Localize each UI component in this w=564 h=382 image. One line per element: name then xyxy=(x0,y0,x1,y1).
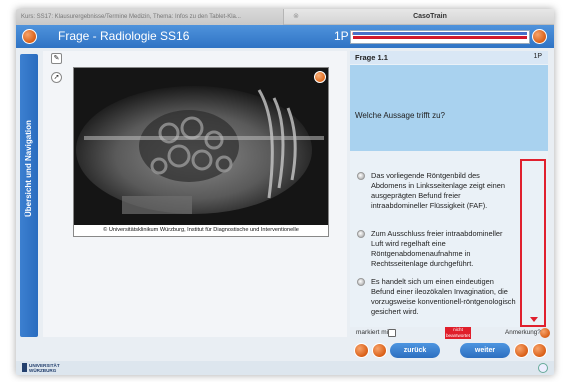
question-box: Welche Aussage trifft zu? xyxy=(350,65,548,151)
navigation-bar: zurück weiter xyxy=(350,340,550,362)
previous-dot-button[interactable] xyxy=(372,343,387,358)
question-panel: Frage 1.1 1P Welche Aussage trifft zu? D… xyxy=(350,51,548,335)
logo-line-2: WÜRZBURG xyxy=(29,368,57,373)
answer-option-2[interactable]: Zum Ausschluss freier intraabdomineller … xyxy=(357,229,516,269)
logo-mark xyxy=(22,363,27,372)
progress-bar: B xyxy=(350,30,530,44)
app-window: Kurs: SS17: Klausurergebnisse/Termine Me… xyxy=(16,9,554,375)
annotation-label[interactable]: Anmerkung? xyxy=(505,329,541,336)
answer-text-3: Es handelt sich um einen eindeutigen Bef… xyxy=(371,277,516,316)
edit-icon[interactable]: ✎ xyxy=(51,53,62,64)
first-button[interactable] xyxy=(354,343,369,358)
mark-label: markiert mit xyxy=(356,329,390,336)
tab-casotrain[interactable]: CasoTrain xyxy=(306,9,554,25)
menu-button[interactable] xyxy=(22,29,37,44)
radio-button-3[interactable] xyxy=(357,278,365,286)
back-button[interactable]: zurück xyxy=(390,343,440,358)
zoom-button[interactable] xyxy=(314,71,326,83)
exit-button[interactable] xyxy=(532,29,547,44)
tab-course[interactable]: Kurs: SS17: Klausurergebnisse/Termine Me… xyxy=(16,9,284,25)
next-button[interactable]: weiter xyxy=(460,343,510,358)
navigation-sidebar[interactable]: Übersicht und Navigation xyxy=(20,54,38,337)
status-icon[interactable] xyxy=(538,363,548,373)
answer-text-1: Das vorliegende Röntgenbild des Abdomens… xyxy=(371,171,505,210)
sidebar-label: Übersicht und Navigation xyxy=(24,120,33,218)
points-indicator: 1P xyxy=(334,29,349,43)
progress-bar-blue xyxy=(353,32,527,35)
question-points: 1P xyxy=(533,53,542,60)
last-button[interactable] xyxy=(532,343,547,358)
status-bar: markiert mit nicht beantwortet Anmerkung… xyxy=(350,327,550,339)
next-dot-button[interactable] xyxy=(514,343,529,358)
page-title: Frage - Radiologie SS16 xyxy=(58,29,190,43)
tab-close-icon[interactable]: ⊗ xyxy=(291,12,301,22)
pointer-icon[interactable]: ➚ xyxy=(51,72,62,83)
mark-checkbox[interactable] xyxy=(388,329,396,337)
unanswered-badge: nicht beantwortet xyxy=(445,327,471,339)
scroll-down-icon[interactable] xyxy=(530,317,538,322)
radio-button-2[interactable] xyxy=(357,230,365,238)
xray-graphic xyxy=(74,68,328,226)
question-label: Frage 1.1 xyxy=(355,53,388,62)
image-caption: © Universitätsklinikum Würzburg, Institu… xyxy=(74,225,328,236)
xray-image[interactable]: © Universitätsklinikum Würzburg, Institu… xyxy=(73,67,329,237)
answer-text-2: Zum Ausschluss freier intraabdomineller … xyxy=(371,229,503,268)
answer-scrollbar[interactable] xyxy=(520,159,546,327)
image-area: ✎ ➚ © Universitätsklinikum Würzburg, Ins… xyxy=(43,51,347,337)
university-logo: UNIVERSITÄT WÜRZBURG xyxy=(22,363,62,374)
question-text: Welche Aussage trifft zu? xyxy=(355,111,445,120)
browser-tab-bar: Kurs: SS17: Klausurergebnisse/Termine Me… xyxy=(16,9,554,25)
radio-button-1[interactable] xyxy=(357,172,365,180)
progress-bar-red xyxy=(353,36,527,39)
annotation-button[interactable] xyxy=(540,328,550,338)
answer-option-1[interactable]: Das vorliegende Röntgenbild des Abdomens… xyxy=(357,171,516,211)
footer: UNIVERSITÄT WÜRZBURG xyxy=(16,361,554,375)
question-header: Frage 1.1 1P xyxy=(350,51,548,64)
answer-option-3[interactable]: Es handelt sich um einen eindeutigen Bef… xyxy=(357,277,516,317)
